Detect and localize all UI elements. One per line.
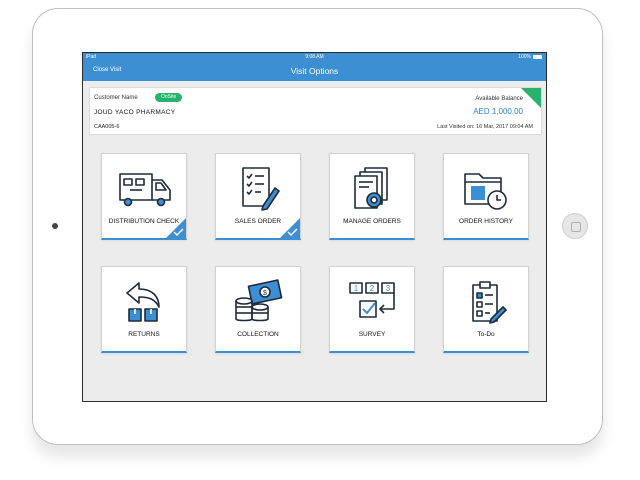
onsite-badge: OnSite (155, 93, 183, 102)
tile-returns[interactable]: RETURNS (101, 266, 187, 353)
last-visited-label: Last Visited on: (437, 124, 475, 130)
folder-clock-icon (444, 166, 528, 212)
checkmark-icon (287, 228, 298, 237)
tile-sales-order[interactable]: SALES ORDER (215, 153, 301, 240)
return-arrow-boxes-icon (102, 279, 186, 325)
customer-code: CAA005-6 (94, 124, 120, 130)
customer-name: JOUD YACO PHARMACY (94, 109, 176, 116)
last-visited-value: 16 Mar, 2017 09:04 AM (476, 124, 533, 130)
svg-text:$: $ (263, 290, 267, 297)
tile-survey[interactable]: 1 2 3 SURVEY (329, 266, 415, 353)
app-screen: iPad 9:08 AM 100% Close Visit Visit Opti… (82, 52, 547, 402)
svg-text:1: 1 (354, 284, 359, 293)
page-title: Visit Options (290, 66, 339, 76)
status-time: 9:08 AM (305, 54, 324, 60)
documents-settings-icon (330, 166, 414, 212)
tile-distribution-check[interactable]: DISTRIBUTION CHECK (101, 153, 187, 240)
tile-label: To-Do (477, 331, 495, 338)
tile-label: MANAGE ORDERS (343, 218, 401, 225)
svg-text:3: 3 (386, 284, 391, 293)
svg-text:2: 2 (370, 284, 375, 293)
camera-dot (52, 223, 58, 229)
balance-amount: AED 1,000.00 (473, 107, 523, 116)
balance-label: Available Balance (475, 96, 523, 102)
coins-money-icon: $ (216, 279, 300, 325)
nav-bar: Close Visit Visit Options (83, 63, 546, 81)
tile-label: COLLECTION (237, 331, 279, 338)
order-checklist-icon (216, 166, 300, 212)
tile-to-do[interactable]: To-Do (443, 266, 529, 353)
todo-clipboard-icon (444, 279, 528, 325)
status-bar: iPad 9:08 AM 100% (83, 54, 546, 62)
tile-label: ORDER HISTORY (459, 218, 513, 225)
customer-card: Customer Name OnSite JOUD YACO PHARMACY … (89, 87, 542, 135)
tile-collection[interactable]: $ COLLECTION (215, 266, 301, 353)
tile-label: SURVEY (358, 331, 386, 338)
battery-percent: 100% (518, 54, 531, 60)
tile-label: RETURNS (128, 331, 160, 338)
battery-icon (533, 55, 542, 59)
delivery-truck-icon (102, 166, 186, 212)
status-right: 100% (518, 54, 542, 60)
customer-name-label: Customer Name (94, 95, 138, 101)
home-button[interactable] (562, 213, 588, 239)
status-corner-flag (521, 88, 541, 108)
top-bar: iPad 9:08 AM 100% Close Visit Visit Opti… (83, 53, 546, 81)
tile-manage-orders[interactable]: MANAGE ORDERS (329, 153, 415, 240)
checkmark-icon (173, 228, 184, 237)
tile-order-history[interactable]: ORDER HISTORY (443, 153, 529, 240)
survey-steps-icon: 1 2 3 (330, 279, 414, 325)
last-visited: Last Visited on: 16 Mar, 2017 09:04 AM (437, 124, 533, 130)
